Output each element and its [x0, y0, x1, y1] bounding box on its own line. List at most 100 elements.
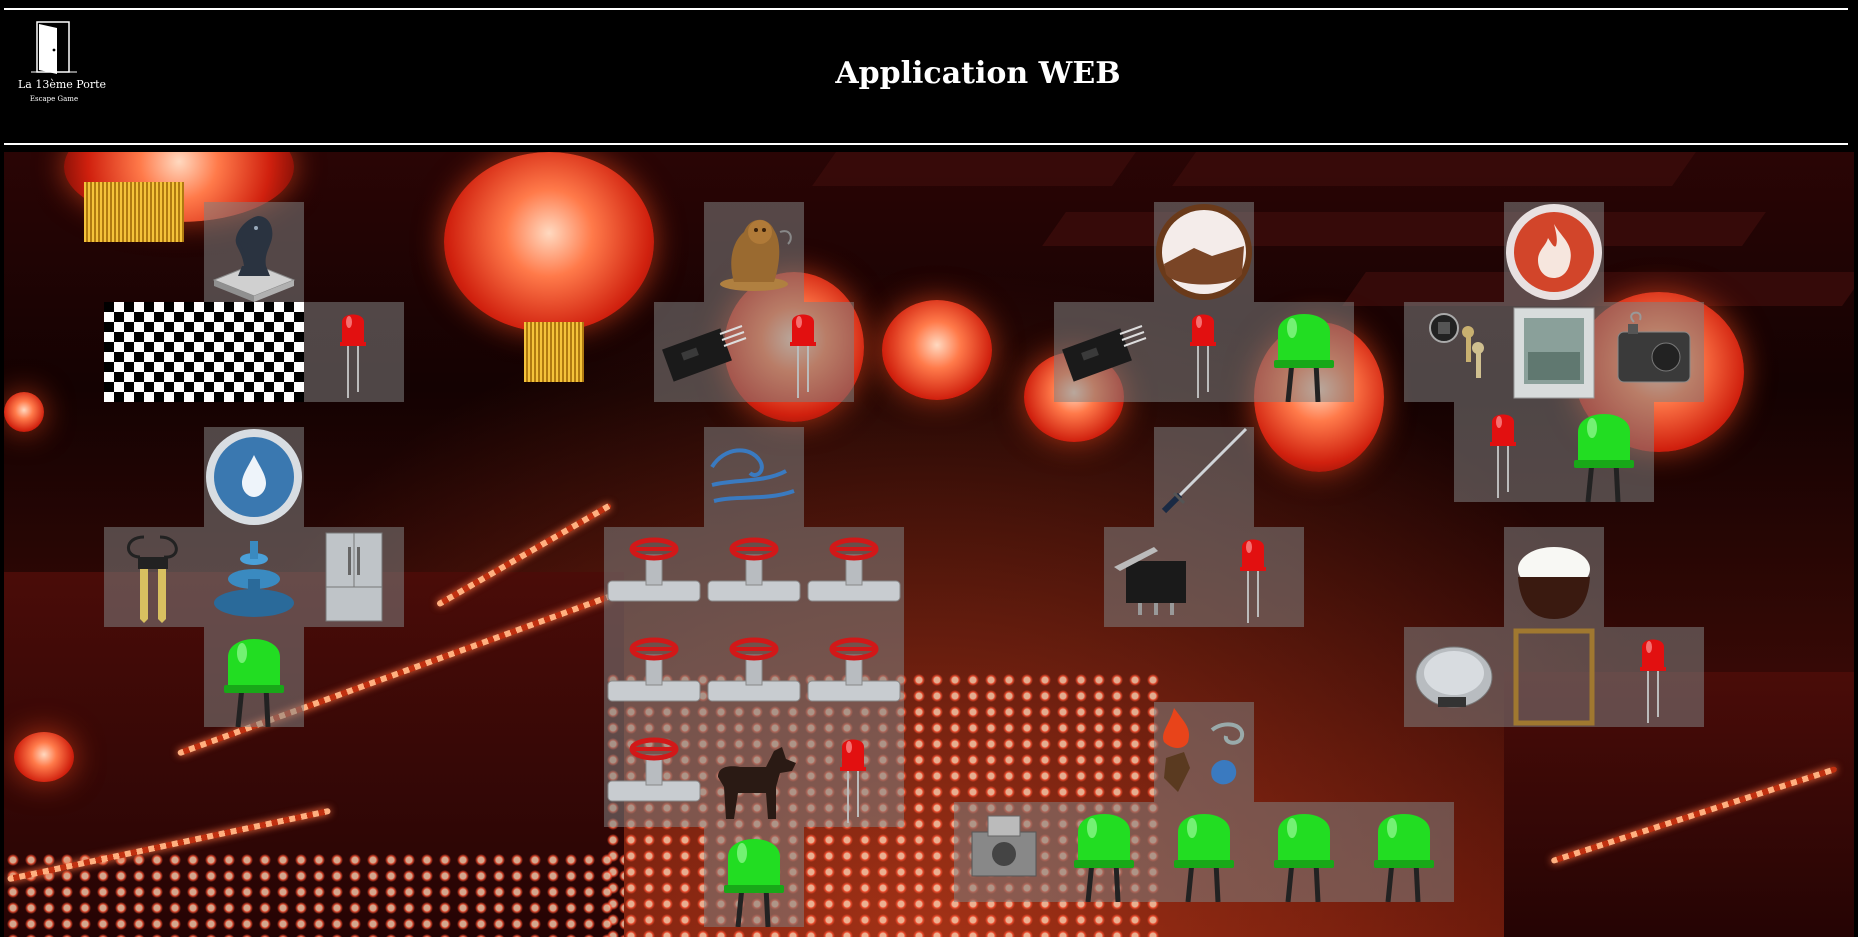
katana-icon — [1161, 427, 1248, 514]
valve-icon — [707, 637, 801, 702]
dog-tile[interactable] — [704, 727, 804, 827]
green-led-icon — [224, 639, 284, 727]
fire-red-led-tile[interactable] — [1454, 402, 1554, 502]
header-bottom-rule — [4, 143, 1848, 145]
sensor-module-icon — [1062, 325, 1147, 382]
sand-sensor-tile[interactable] — [1054, 302, 1154, 402]
lion-statue-tile[interactable] — [704, 202, 804, 302]
app-header: La 13ème Porte Escape Game Application W… — [0, 0, 1858, 150]
green-led-icon — [1374, 814, 1434, 902]
lion-led-tile[interactable] — [754, 302, 854, 402]
chess-knight-tile[interactable] — [204, 202, 304, 302]
valve-tile-3[interactable] — [804, 527, 904, 627]
moisture-sensor-icon — [127, 535, 178, 623]
wind-badge-tile[interactable] — [704, 427, 804, 527]
red-led-icon — [1240, 539, 1266, 623]
red-led-icon — [340, 314, 366, 398]
red-led-icon — [1490, 414, 1516, 498]
red-led-icon — [790, 314, 816, 398]
elements-green-led-tile-1[interactable] — [1054, 802, 1154, 902]
page-title: Application WEB — [835, 56, 1121, 91]
key-switch-tile[interactable] — [1404, 302, 1504, 402]
valve-icon — [807, 537, 901, 602]
fridge-icon — [325, 532, 383, 622]
push-button-icon — [971, 815, 1037, 877]
lantern — [14, 732, 74, 782]
sand-red-led-tile[interactable] — [1154, 302, 1254, 402]
red-led-icon — [840, 739, 866, 823]
green-led-icon — [1074, 814, 1134, 902]
valve-tile-2[interactable] — [704, 527, 804, 627]
valve-tile-1[interactable] — [604, 527, 704, 627]
red-led-icon — [1640, 639, 1666, 723]
limit-switch-icon — [1114, 547, 1186, 615]
rice-red-led-tile[interactable] — [1604, 627, 1704, 727]
smoke-machine-tile[interactable] — [1604, 302, 1704, 402]
kitchen-scale-tile[interactable] — [1404, 627, 1504, 727]
water-green-led-tile[interactable] — [204, 627, 304, 727]
sword-red-led-tile[interactable] — [1204, 527, 1304, 627]
roof-beam — [1042, 212, 1766, 246]
smoke-machine-icon — [1617, 311, 1691, 383]
background-scene — [4, 152, 1854, 937]
valve-tile-5[interactable] — [704, 627, 804, 727]
sand-green-led-tile[interactable] — [1254, 302, 1354, 402]
water-drop-badge-icon — [206, 429, 302, 525]
tassel — [524, 322, 584, 382]
fire-green-led-tile[interactable] — [1554, 402, 1654, 502]
fire-badge-icon — [1506, 204, 1602, 300]
lantern-field — [4, 852, 624, 937]
wind-red-led-tile[interactable] — [804, 727, 904, 827]
sand-badge-tile[interactable] — [1154, 202, 1254, 302]
green-led-icon — [1274, 814, 1334, 902]
green-led-icon — [1174, 814, 1234, 902]
elements-green-led-tile-4[interactable] — [1354, 802, 1454, 902]
dog-icon — [718, 747, 796, 819]
elements-tile[interactable] — [1154, 702, 1254, 802]
lion-statue-icon — [720, 219, 792, 291]
logo-tagline: Escape Game — [29, 95, 79, 103]
valve-icon — [807, 637, 901, 702]
lion-sensor-tile[interactable] — [654, 302, 754, 402]
elements-green-led-tile-2[interactable] — [1154, 802, 1254, 902]
roof-beam — [812, 152, 1136, 186]
frame-icon — [1513, 628, 1595, 726]
green-led-icon — [1574, 414, 1634, 502]
limit-switch-tile[interactable] — [1104, 527, 1204, 627]
elements-green-led-tile-3[interactable] — [1254, 802, 1354, 902]
green-led-icon — [724, 839, 784, 927]
water-badge-tile[interactable] — [204, 427, 304, 527]
panel-tile[interactable] — [1504, 302, 1604, 402]
green-led-icon — [1274, 314, 1334, 402]
frame-tile[interactable] — [1504, 627, 1604, 727]
fountain-icon — [214, 541, 294, 617]
sand-badge-icon — [1156, 204, 1252, 300]
lantern — [882, 300, 992, 400]
lantern — [444, 152, 654, 332]
fountain-tile[interactable] — [204, 527, 304, 627]
moisture-sensor-tile[interactable] — [104, 527, 204, 627]
valve-icon — [607, 637, 701, 702]
valve-tile-6[interactable] — [804, 627, 904, 727]
push-button-tile[interactable] — [954, 802, 1054, 902]
red-led-icon — [1190, 314, 1216, 398]
checkerboard-icon — [104, 302, 304, 402]
valve-tile-7[interactable] — [604, 727, 704, 827]
lantern — [4, 392, 44, 432]
chess-knight-icon — [212, 216, 296, 302]
fridge-tile[interactable] — [304, 527, 404, 627]
wind-green-led-tile[interactable] — [704, 827, 804, 927]
wind-badge-icon — [710, 448, 795, 503]
elements-icon — [1163, 708, 1245, 792]
fire-badge-tile[interactable] — [1504, 202, 1604, 302]
rice-bowl-icon — [1518, 547, 1590, 619]
panel-icon — [1513, 307, 1595, 399]
valve-tile-4[interactable] — [604, 627, 704, 727]
roof-beam — [1172, 152, 1696, 186]
chess-led-tile[interactable] — [304, 302, 404, 402]
rice-bowl-tile[interactable] — [1504, 527, 1604, 627]
checkerboard-tile[interactable] — [104, 302, 304, 402]
tassel — [84, 182, 184, 242]
sensor-module-icon — [662, 325, 747, 382]
katana-tile[interactable] — [1154, 427, 1254, 527]
